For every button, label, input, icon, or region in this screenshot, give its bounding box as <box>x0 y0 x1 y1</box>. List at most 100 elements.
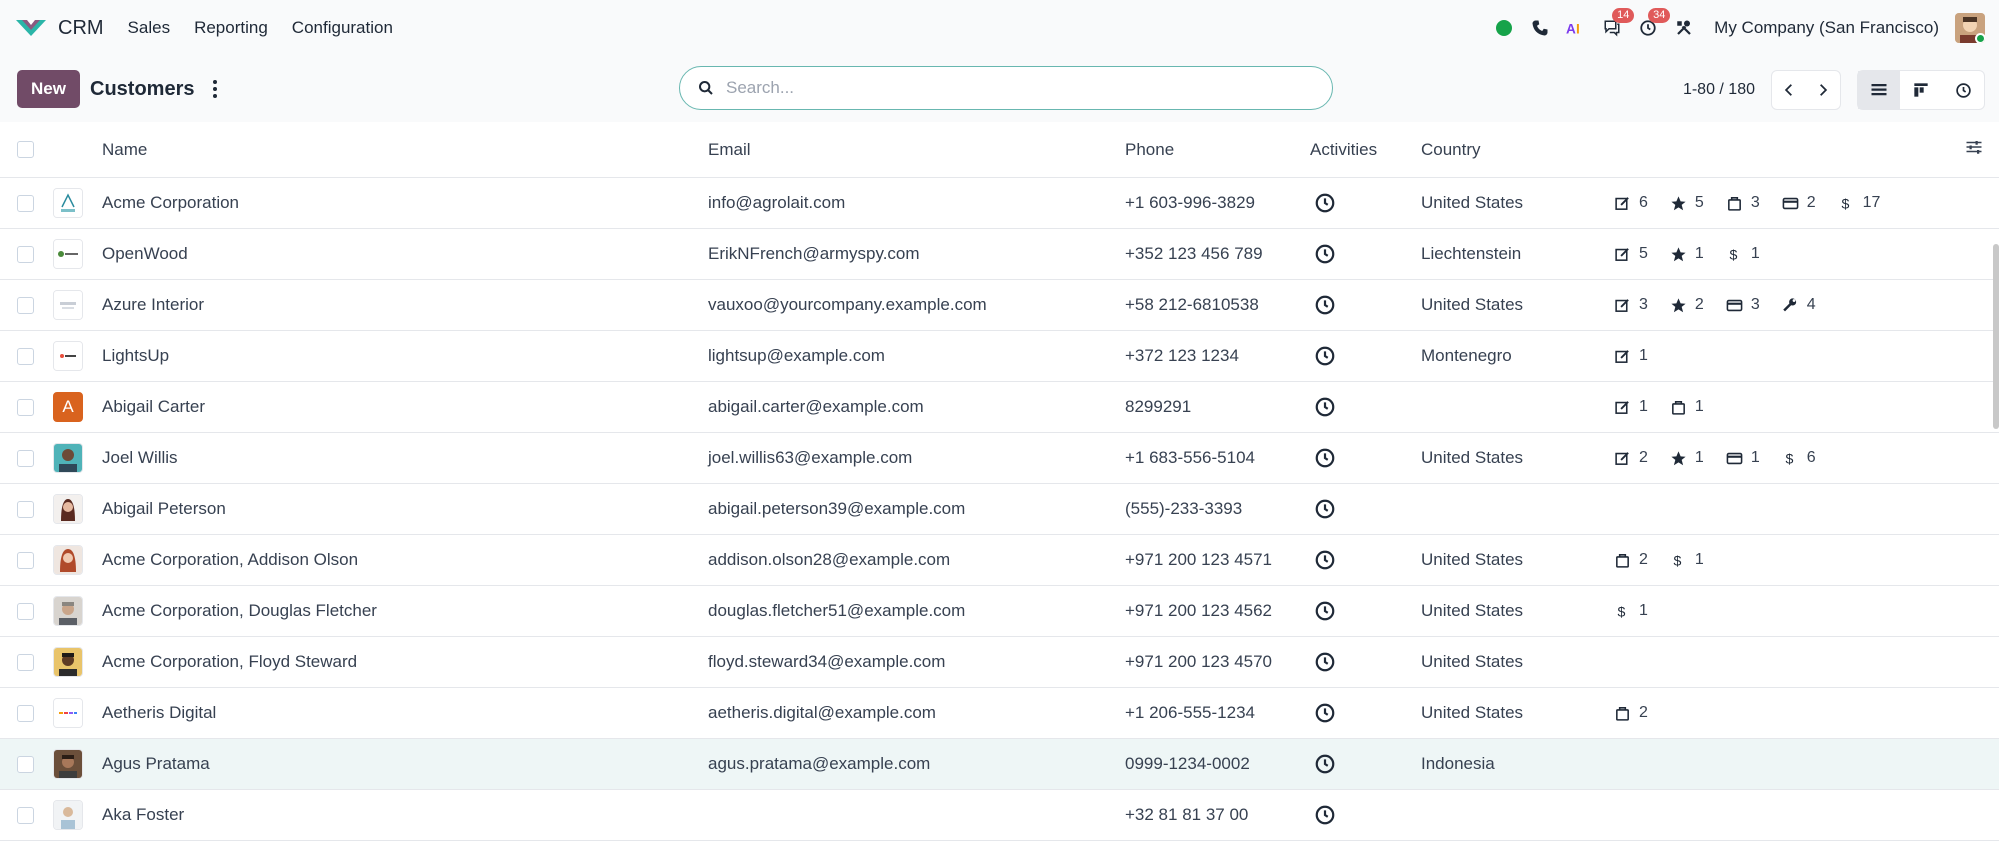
customer-email[interactable]: ErikNFrench@armyspy.com <box>708 244 920 264</box>
column-header-phone[interactable]: Phone <box>1125 140 1174 160</box>
pager-value[interactable]: 1-80 / 180 <box>1683 81 1755 99</box>
customer-name[interactable]: Joel Willis <box>102 448 178 468</box>
activity-view-button[interactable] <box>1942 71 1984 109</box>
customer-name[interactable]: Acme Corporation <box>102 193 239 213</box>
customer-name[interactable]: Abigail Peterson <box>102 499 226 519</box>
stat-button[interactable]: $17 <box>1838 194 1880 212</box>
row-checkbox[interactable] <box>17 704 34 722</box>
pager-previous-button[interactable] <box>1772 71 1806 109</box>
activity-clock-icon[interactable] <box>1314 651 1336 673</box>
table-row[interactable]: Aetheris Digital aetheris.digital@example… <box>0 688 1999 739</box>
menu-sales[interactable]: Sales <box>128 18 171 38</box>
customer-phone[interactable]: (555)-233-3393 <box>1125 499 1242 519</box>
row-checkbox[interactable] <box>17 653 34 671</box>
stat-button[interactable]: $1 <box>1614 602 1648 620</box>
customer-email[interactable]: info@agrolait.com <box>708 193 845 213</box>
activity-clock-icon[interactable] <box>1314 243 1336 265</box>
column-header-activities[interactable]: Activities <box>1310 140 1377 160</box>
stat-button[interactable]: $1 <box>1670 551 1703 569</box>
customer-name[interactable]: OpenWood <box>102 244 188 264</box>
activity-clock-icon[interactable] <box>1314 498 1336 520</box>
app-brand[interactable]: CRM <box>14 16 104 40</box>
scrollbar[interactable] <box>1993 244 1999 429</box>
row-checkbox[interactable] <box>17 194 34 212</box>
activity-clock-icon[interactable] <box>1314 549 1336 571</box>
messages-icon[interactable]: 14 <box>1602 8 1635 38</box>
stat-button[interactable]: 3 <box>1726 194 1760 212</box>
customer-email[interactable]: douglas.fletcher51@example.com <box>708 601 965 621</box>
customer-phone[interactable]: +971 200 123 4570 <box>1125 652 1272 672</box>
row-checkbox[interactable] <box>17 296 34 314</box>
new-button[interactable]: New <box>17 70 80 108</box>
row-checkbox[interactable] <box>17 500 34 518</box>
customer-email[interactable]: lightsup@example.com <box>708 346 885 366</box>
stat-button[interactable]: 1 <box>1614 398 1648 416</box>
table-row[interactable]: OpenWood ErikNFrench@armyspy.com +352 123 … <box>0 229 1999 280</box>
activity-clock-icon[interactable] <box>1314 600 1336 622</box>
customer-phone[interactable]: +971 200 123 4562 <box>1125 601 1272 621</box>
stat-button[interactable]: 1 <box>1670 398 1704 416</box>
activity-clock-icon[interactable] <box>1314 702 1336 724</box>
company-switcher[interactable]: My Company (San Francisco) <box>1714 18 1939 38</box>
customer-email[interactable]: floyd.steward34@example.com <box>708 652 945 672</box>
select-all-checkbox[interactable] <box>17 141 34 158</box>
stat-button[interactable]: 5 <box>1614 245 1648 263</box>
phone-icon[interactable] <box>1530 18 1550 38</box>
activity-clock-icon[interactable] <box>1314 396 1336 418</box>
customer-email[interactable]: joel.willis63@example.com <box>708 448 912 468</box>
activity-clock-icon[interactable] <box>1314 447 1336 469</box>
row-checkbox[interactable] <box>17 602 34 620</box>
stat-button[interactable]: $6 <box>1782 449 1815 467</box>
activity-clock-icon[interactable] <box>1314 804 1336 826</box>
activities-clock-icon[interactable]: 34 <box>1638 8 1671 38</box>
row-checkbox[interactable] <box>17 347 34 365</box>
pager-next-button[interactable] <box>1806 71 1840 109</box>
customer-name[interactable]: Aetheris Digital <box>102 703 216 723</box>
customer-name[interactable]: Azure Interior <box>102 295 204 315</box>
customer-name[interactable]: Acme Corporation, Douglas Fletcher <box>102 601 377 621</box>
stat-button[interactable]: 1 <box>1670 449 1704 467</box>
row-checkbox[interactable] <box>17 449 34 467</box>
stat-button[interactable]: 3 <box>1614 296 1648 314</box>
stat-button[interactable]: 2 <box>1614 449 1648 467</box>
customer-name[interactable]: Aka Foster <box>102 805 184 825</box>
stat-button[interactable]: 1 <box>1726 449 1760 467</box>
stat-button[interactable]: 1 <box>1614 347 1648 365</box>
customer-phone[interactable]: 8299291 <box>1125 397 1191 417</box>
stat-button[interactable]: 2 <box>1670 296 1704 314</box>
table-row[interactable]: Joel Willis joel.willis63@example.com +1 6… <box>0 433 1999 484</box>
customer-phone[interactable]: +971 200 123 4571 <box>1125 550 1272 570</box>
list-view-button[interactable] <box>1858 71 1900 109</box>
ai-icon[interactable]: AI <box>1566 18 1586 38</box>
table-row[interactable]: Aka Foster +32 81 81 37 00 <box>0 790 1999 841</box>
table-row[interactable]: Acme Corporation, Floyd Steward floyd.ste… <box>0 637 1999 688</box>
table-row[interactable]: Acme Corporation, Addison Olson addison.o… <box>0 535 1999 586</box>
row-checkbox[interactable] <box>17 551 34 569</box>
customer-name[interactable]: Agus Pratama <box>102 754 210 774</box>
activity-clock-icon[interactable] <box>1314 294 1336 316</box>
column-header-name[interactable]: Name <box>102 140 147 160</box>
customer-email[interactable]: aetheris.digital@example.com <box>708 703 936 723</box>
stat-button[interactable]: 3 <box>1726 296 1760 314</box>
customer-phone[interactable]: +1 683-556-5104 <box>1125 448 1255 468</box>
customer-email[interactable]: abigail.peterson39@example.com <box>708 499 965 519</box>
optional-columns-icon[interactable] <box>1965 139 1983 160</box>
stat-button[interactable]: 1 <box>1670 245 1704 263</box>
customer-email[interactable]: vauxoo@yourcompany.example.com <box>708 295 987 315</box>
customer-phone[interactable]: +1 603-996-3829 <box>1125 193 1255 213</box>
customer-name[interactable]: Acme Corporation, Floyd Steward <box>102 652 357 672</box>
customer-phone[interactable]: +372 123 1234 <box>1125 346 1239 366</box>
customer-email[interactable]: addison.olson28@example.com <box>708 550 950 570</box>
stat-button[interactable]: 4 <box>1782 296 1816 314</box>
table-row[interactable]: Acme Corporation, Douglas Fletcher dougla… <box>0 586 1999 637</box>
customer-phone[interactable]: +32 81 81 37 00 <box>1125 805 1248 825</box>
tools-icon[interactable] <box>1674 18 1694 38</box>
activity-clock-icon[interactable] <box>1314 345 1336 367</box>
menu-configuration[interactable]: Configuration <box>292 18 393 38</box>
stat-button[interactable]: 2 <box>1614 704 1648 722</box>
activity-clock-icon[interactable] <box>1314 192 1336 214</box>
customer-phone[interactable]: 0999-1234-0002 <box>1125 754 1250 774</box>
table-row[interactable]: LightsUp lightsup@example.com +372 123 123… <box>0 331 1999 382</box>
table-row[interactable]: A Abigail Carter abigail.carter@example.co… <box>0 382 1999 433</box>
row-checkbox[interactable] <box>17 806 34 824</box>
